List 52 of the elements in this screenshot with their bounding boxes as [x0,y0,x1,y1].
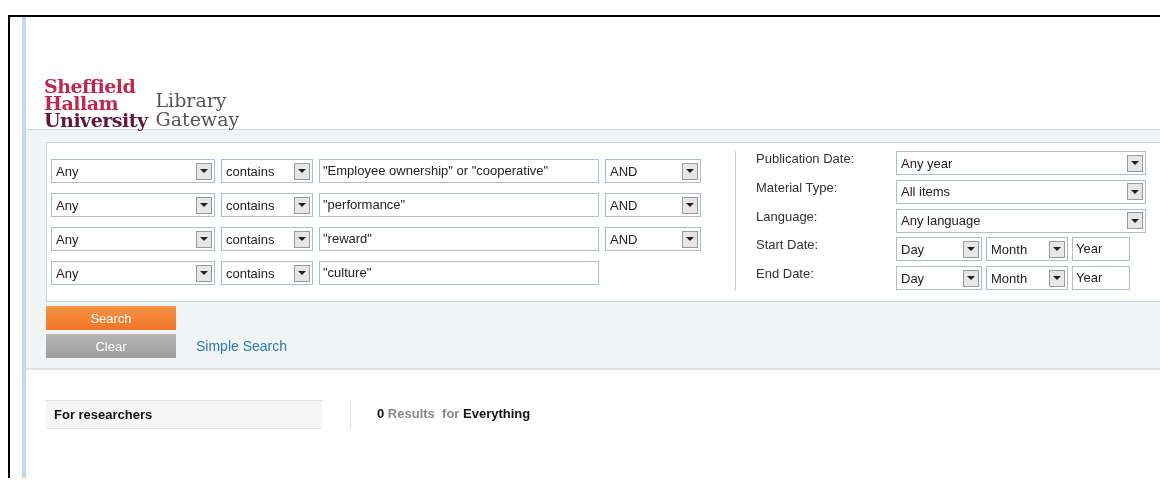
month-dropdown[interactable]: Month [986,237,1068,262]
caret-icon [294,196,310,214]
caret-icon [294,162,310,180]
day-dropdown[interactable]: Day [896,237,982,262]
caret-icon [682,196,698,214]
day-dropdown[interactable]: Day [896,266,982,291]
year-field[interactable]: Year [1072,237,1130,262]
caret-icon [1049,240,1065,258]
filter-dropdown[interactable]: All items [896,179,1146,204]
filter-label: Material Type: [756,179,839,195]
university-logo: Sheffield Hallam University [44,78,148,129]
field-dropdown[interactable]: Any [51,193,215,217]
filter-label: Language: [756,208,819,224]
simple-search-link[interactable]: Simple Search [196,338,288,354]
filter-dropdown[interactable]: Any year [896,151,1146,175]
caret-icon [1127,154,1143,172]
results-summary: 0 Results for Everything [350,400,531,429]
caret-icon [294,264,310,282]
caret-icon [963,240,979,258]
search-term-field[interactable]: "performance" [319,193,599,217]
caret-icon [196,162,212,180]
boolean-dropdown[interactable]: AND [605,193,701,217]
sidebar-heading: For researchers [46,400,322,429]
month-dropdown[interactable]: Month [986,266,1068,291]
filter-dropdown[interactable]: Any language [896,208,1146,233]
library-gateway-logo: Library Gateway [155,91,240,129]
operator-dropdown[interactable]: contains [221,227,313,251]
caret-icon [682,162,698,180]
filter-label: Start Date: [756,237,820,253]
search-term-field[interactable]: "culture" [319,261,599,285]
boolean-dropdown[interactable]: AND [605,227,701,251]
caret-icon [1127,212,1143,230]
caret-icon [963,269,979,287]
search-term-field[interactable]: "reward" [319,227,599,251]
field-dropdown[interactable]: Any [51,261,215,285]
field-dropdown[interactable]: Any [51,227,215,251]
caret-icon [682,230,698,248]
caret-icon [196,230,212,248]
caret-icon [196,264,212,282]
operator-dropdown[interactable]: contains [221,261,313,285]
operator-dropdown[interactable]: contains [221,159,313,183]
filter-label: End Date: [756,266,815,282]
field-dropdown[interactable]: Any [51,159,215,183]
caret-icon [196,196,212,214]
search-term-field[interactable]: "Employee ownership" or "cooperative" [319,159,599,183]
operator-dropdown[interactable]: contains [221,193,313,217]
filter-label: Publication Date: [756,151,856,166]
caret-icon [1049,269,1065,287]
year-field[interactable]: Year [1072,266,1130,291]
boolean-dropdown[interactable]: AND [605,159,701,183]
caret-icon [294,230,310,248]
caret-icon [1127,183,1143,201]
